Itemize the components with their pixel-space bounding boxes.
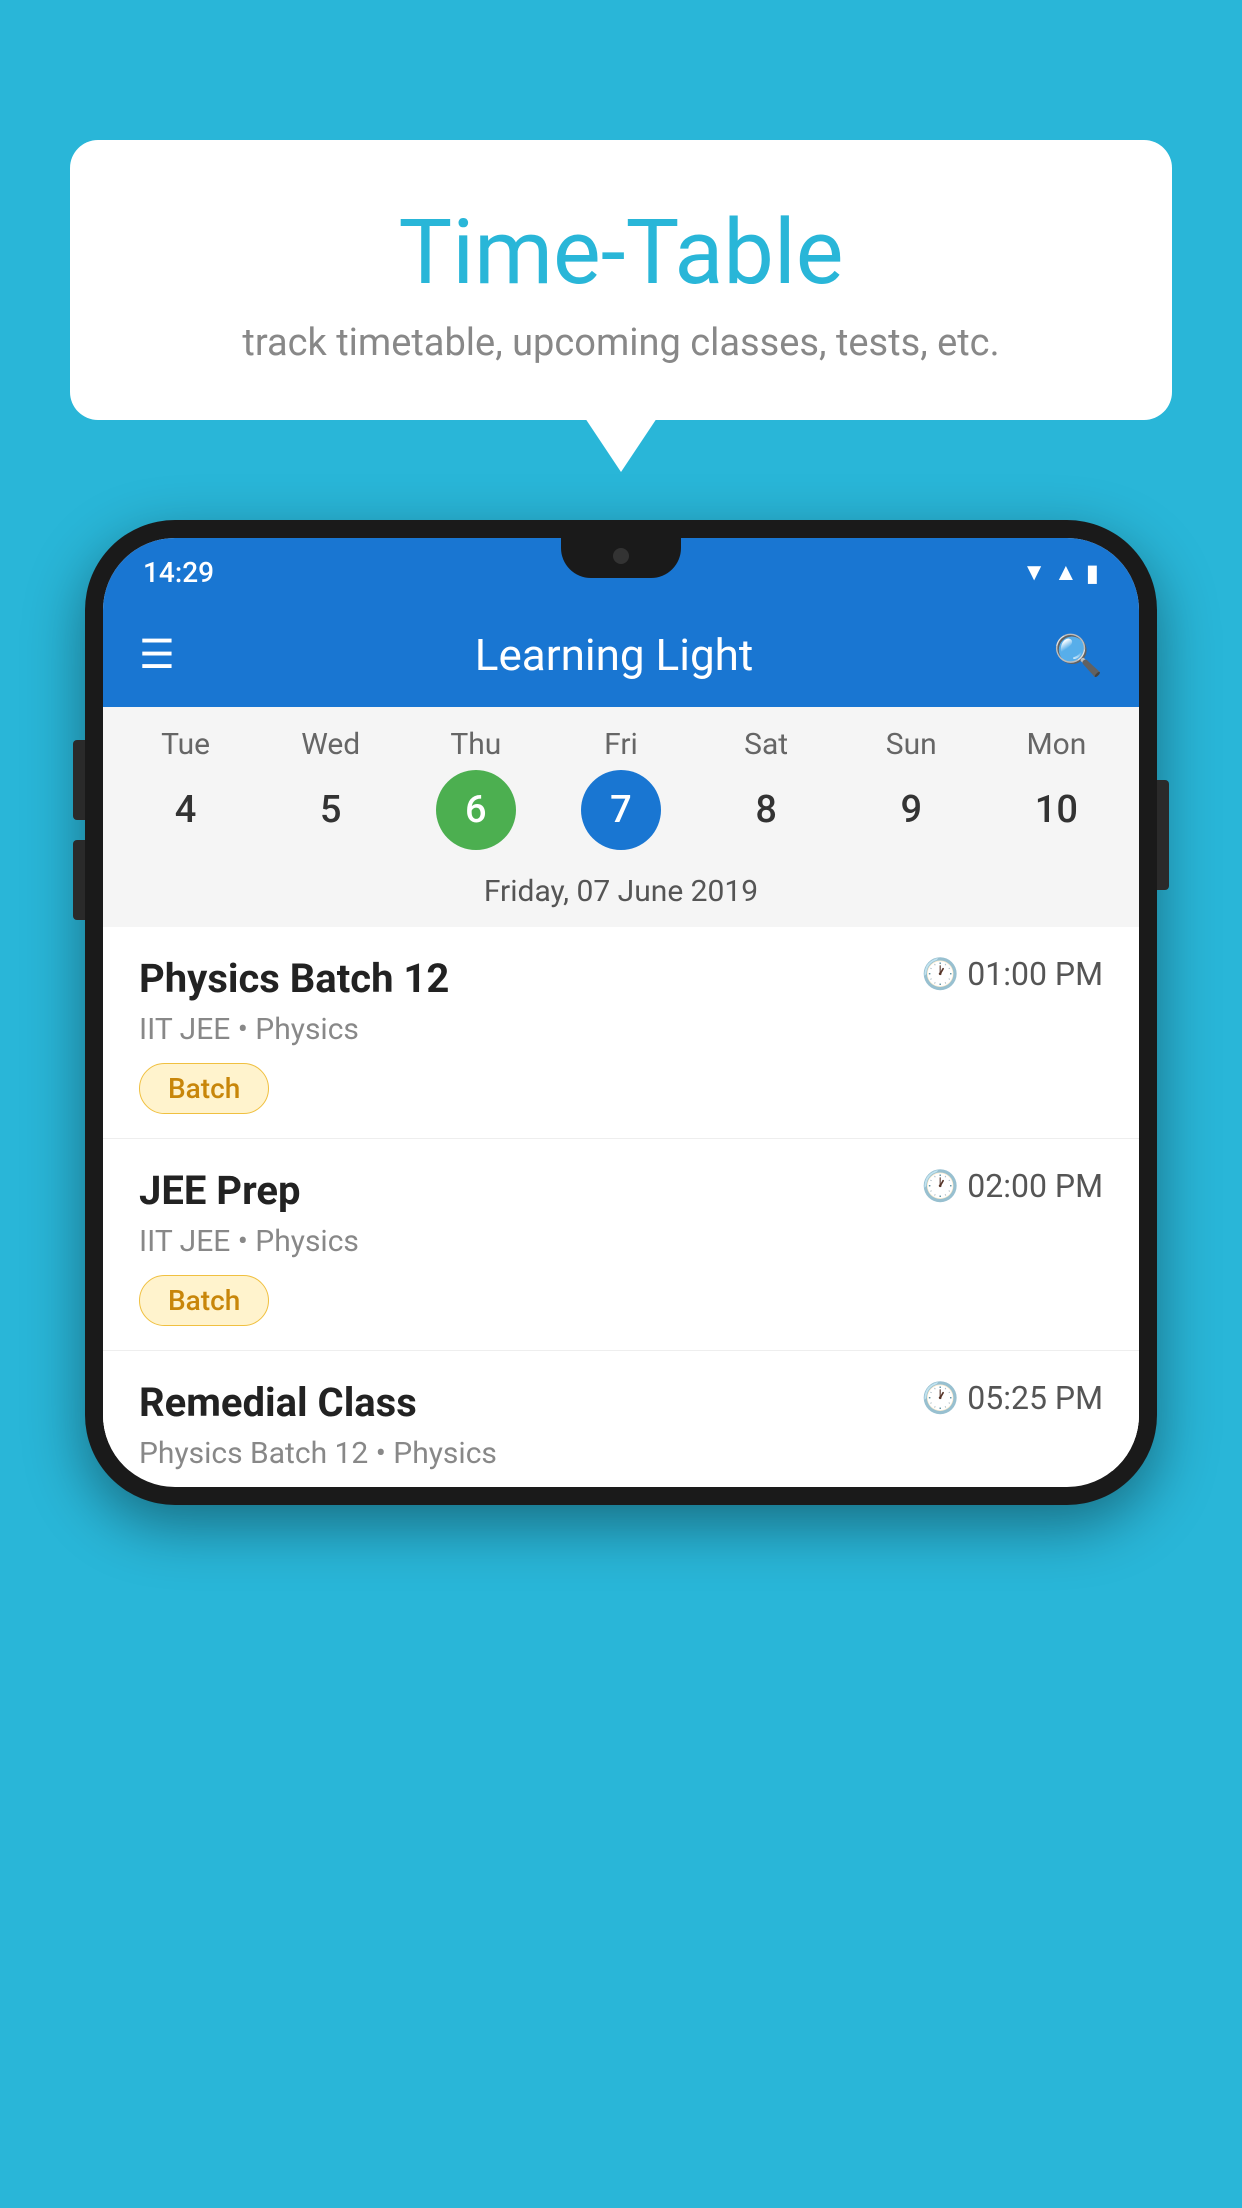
bubble-subtitle: track timetable, upcoming classes, tests… [120,321,1122,365]
day-number[interactable]: 5 [291,770,371,850]
day-number[interactable]: 10 [1016,770,1096,850]
schedule-item[interactable]: Physics Batch 12 🕐 01:00 PM IIT JEE • Phys… [103,927,1139,1139]
clock-icon: 🕐 [922,1169,959,1204]
signal-icon: ▲ [1054,558,1078,587]
speech-bubble: Time-Table track timetable, upcoming cla… [70,140,1172,420]
speech-bubble-container: Time-Table track timetable, upcoming cla… [70,140,1172,420]
power-button [1157,780,1169,890]
schedule-item-header: Physics Batch 12 🕐 01:00 PM [139,955,1103,1002]
clock-icon: 🕐 [922,957,959,992]
status-bar: 14:29 ▼ ▲ ▮ [103,538,1139,603]
volume-up-button [73,740,85,820]
schedule-item[interactable]: JEE Prep 🕐 02:00 PM IIT JEE • Physics Batch [103,1139,1139,1351]
schedule-title: JEE Prep [139,1167,300,1214]
status-icons: ▼ ▲ ▮ [1022,558,1099,587]
day-name: Wed [301,727,360,762]
day-name: Sun [886,727,937,762]
search-icon[interactable]: 🔍 [1053,632,1103,679]
day-number[interactable]: 7 [581,770,661,850]
bubble-title: Time-Table [120,200,1122,305]
day-name: Thu [450,727,501,762]
status-time: 14:29 [143,556,214,589]
schedule-list: Physics Batch 12 🕐 01:00 PM IIT JEE • Phys… [103,927,1139,1471]
day-name: Sat [744,727,788,762]
day-col-sat[interactable]: Sat 8 [701,727,831,850]
day-name: Mon [1026,727,1086,762]
front-camera [613,548,629,564]
day-name: Tue [161,727,210,762]
phone-container: 14:29 ▼ ▲ ▮ ☰ Learning Light 🔍 [85,520,1157,1505]
schedule-time: 🕐 02:00 PM [922,1167,1103,1205]
schedule-subtitle: IIT JEE • Physics [139,1224,1103,1259]
schedule-item-header: JEE Prep 🕐 02:00 PM [139,1167,1103,1214]
phone-frame: 14:29 ▼ ▲ ▮ ☰ Learning Light 🔍 [85,520,1157,1505]
calendar-strip: Tue 4 Wed 5 Thu 6 Fri 7 Sat 8 Sun 9 Mon 10 Friday, 07… [103,707,1139,927]
selected-date: Friday, 07 June 2019 [113,860,1129,927]
notch [561,538,681,578]
phone-screen: 14:29 ▼ ▲ ▮ ☰ Learning Light 🔍 [103,538,1139,1487]
day-name: Fri [604,727,638,762]
day-col-fri[interactable]: Fri 7 [556,727,686,850]
batch-badge: Batch [139,1063,269,1114]
schedule-title: Physics Batch 12 [139,955,449,1002]
app-title: Learning Light [475,629,754,681]
day-col-tue[interactable]: Tue 4 [121,727,251,850]
day-number[interactable]: 6 [436,770,516,850]
schedule-subtitle: IIT JEE • Physics [139,1012,1103,1047]
volume-down-button [73,840,85,920]
days-row: Tue 4 Wed 5 Thu 6 Fri 7 Sat 8 Sun 9 Mon 10 [113,727,1129,860]
hamburger-icon[interactable]: ☰ [139,635,175,675]
schedule-time: 🕐 01:00 PM [922,955,1103,993]
app-bar: ☰ Learning Light 🔍 [103,603,1139,707]
wifi-icon: ▼ [1022,558,1046,587]
schedule-item[interactable]: Remedial Class 🕐 05:25 PM Physics Batch 12… [103,1351,1139,1471]
schedule-subtitle: Physics Batch 12 • Physics [139,1436,1103,1471]
schedule-title: Remedial Class [139,1379,417,1426]
batch-badge: Batch [139,1275,269,1326]
day-number[interactable]: 8 [726,770,806,850]
day-col-thu[interactable]: Thu 6 [411,727,541,850]
day-col-mon[interactable]: Mon 10 [991,727,1121,850]
schedule-item-header: Remedial Class 🕐 05:25 PM [139,1379,1103,1426]
day-col-sun[interactable]: Sun 9 [846,727,976,850]
schedule-time: 🕐 05:25 PM [922,1379,1103,1417]
day-number[interactable]: 9 [871,770,951,850]
day-number[interactable]: 4 [146,770,226,850]
clock-icon: 🕐 [922,1381,959,1416]
day-col-wed[interactable]: Wed 5 [266,727,396,850]
battery-icon: ▮ [1086,559,1099,587]
